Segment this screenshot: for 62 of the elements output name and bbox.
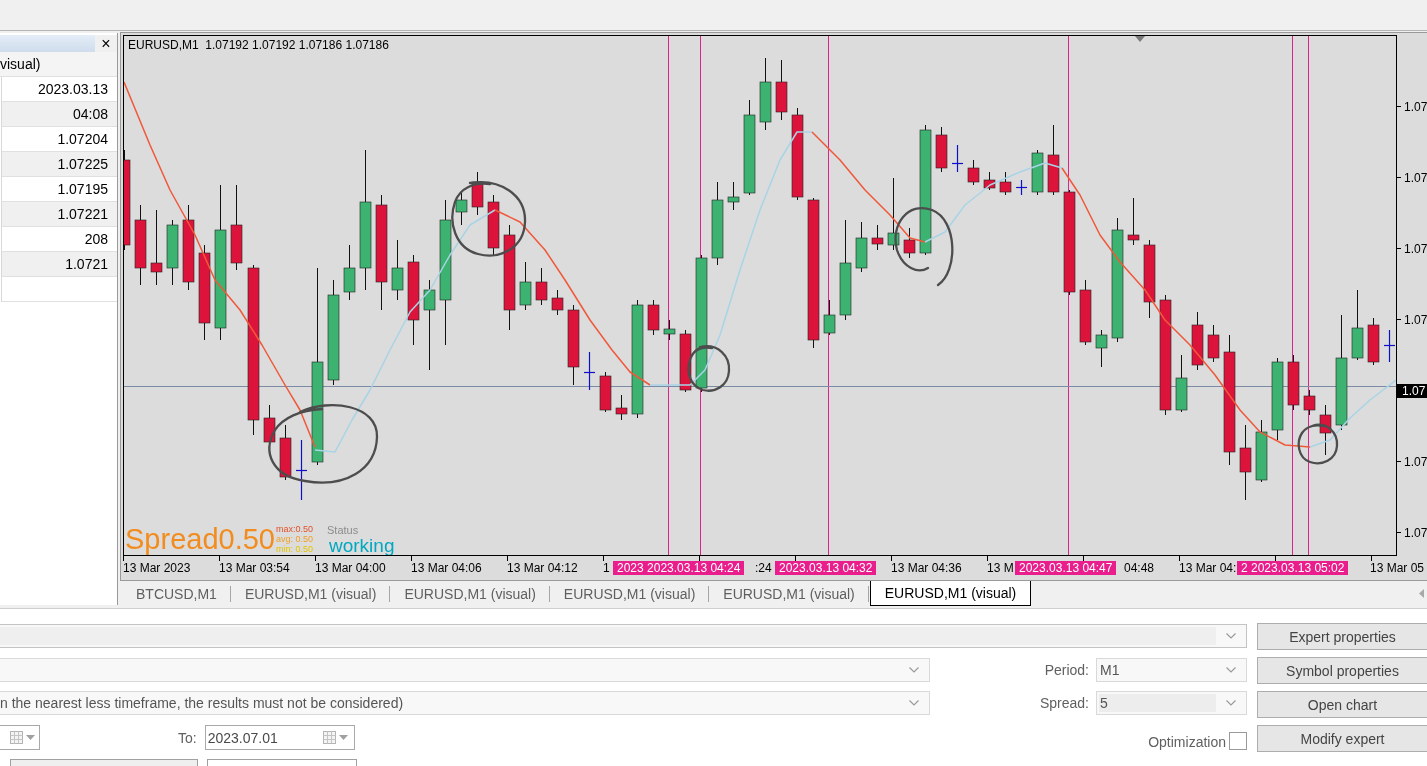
price-label: 1.07 (1404, 454, 1427, 469)
action-button[interactable]: Open chart (1257, 691, 1427, 718)
action-button[interactable]: Modify expert (1257, 725, 1427, 752)
chevron-down-icon (1226, 633, 1236, 639)
optimization-checkbox[interactable] (1229, 732, 1247, 750)
time-label: 13 Mar 04:36 (891, 561, 962, 575)
action-button[interactable]: Expert properties (1257, 623, 1427, 650)
close-button[interactable]: × (95, 35, 117, 52)
time-label: 04:48 (1124, 561, 1155, 575)
dropdown-field[interactable] (0, 658, 930, 682)
field-label: Spread: (1039, 695, 1089, 711)
price-label: 1.07 (1404, 99, 1427, 114)
dropdown-field[interactable]: n the nearest less timeframe, the results must not be considered) (0, 691, 930, 715)
time-label: 13 M (987, 561, 1014, 575)
field-label: Optimization (1148, 734, 1226, 750)
time-label: 13 Mar 04: (1179, 561, 1237, 575)
current-price-label: 1.07 (1397, 383, 1427, 398)
table-cell: 04:08 (72, 106, 108, 122)
price-label: 1.07 (1404, 312, 1427, 327)
price-label: 1.07 (1404, 525, 1427, 540)
time-marker-label: 2023.03.13 04:47 (1015, 561, 1117, 575)
time-label: 13 Mar 04:12 (507, 561, 578, 575)
date-field[interactable] (0, 725, 40, 750)
time-marker-label: 2023.03.13 04:32 (775, 561, 877, 575)
price-label: 1.07 (1404, 170, 1427, 185)
time-label: 13 Mar 04:06 (411, 561, 482, 575)
left-triangle-icon[interactable] (1419, 589, 1424, 598)
table-cell: 1.07204 (57, 131, 108, 147)
period-dropdown[interactable]: M1 (1096, 658, 1247, 682)
spread-dropdown[interactable]: 5 (1096, 691, 1247, 715)
action-button[interactable]: Symbol properties (1257, 657, 1427, 684)
chevron-down-icon (1226, 700, 1236, 706)
table-cell: 1.07195 (57, 181, 108, 197)
date-field[interactable]: 2023.07.01 (204, 725, 355, 750)
table-cell: 2023.03.13 (37, 81, 108, 97)
caret-down-icon (26, 735, 35, 740)
panel-title: visual) (0, 52, 117, 77)
time-label: 1 (603, 561, 610, 575)
calendar-icon (10, 731, 23, 744)
chevron-down-icon (909, 700, 919, 706)
input-field[interactable] (10, 759, 198, 766)
time-label: 13 Mar 04:00 (315, 561, 386, 575)
chevron-down-icon (909, 667, 919, 673)
input-field[interactable] (207, 759, 357, 766)
time-label: 13 Mar 05 (1370, 561, 1425, 575)
time-label: 13 Mar 03:54 (219, 561, 290, 575)
time-label: :24 (755, 561, 772, 575)
field-label: To: (178, 729, 197, 746)
time-marker-label: 2023 2023.03.13 04:24 (613, 561, 745, 575)
chart-tab[interactable]: EURUSD,M1 (visual) (869, 581, 1032, 606)
table-cell: 1.0721 (65, 256, 108, 272)
time-marker-label: 2 2023.03.13 05:02 (1237, 561, 1349, 575)
caret-down-icon (338, 735, 348, 740)
table-cell: 1.07225 (57, 156, 108, 172)
dropdown-field[interactable] (0, 624, 1247, 648)
field-label: Period: (1044, 662, 1089, 678)
price-label: 1.07 (1404, 241, 1427, 256)
table-cell: 1.07221 (57, 206, 108, 222)
chevron-down-icon (1226, 667, 1236, 673)
calendar-icon (322, 731, 336, 744)
time-label: 13 Mar 2023 (123, 561, 191, 575)
table-cell: 208 (84, 231, 108, 247)
